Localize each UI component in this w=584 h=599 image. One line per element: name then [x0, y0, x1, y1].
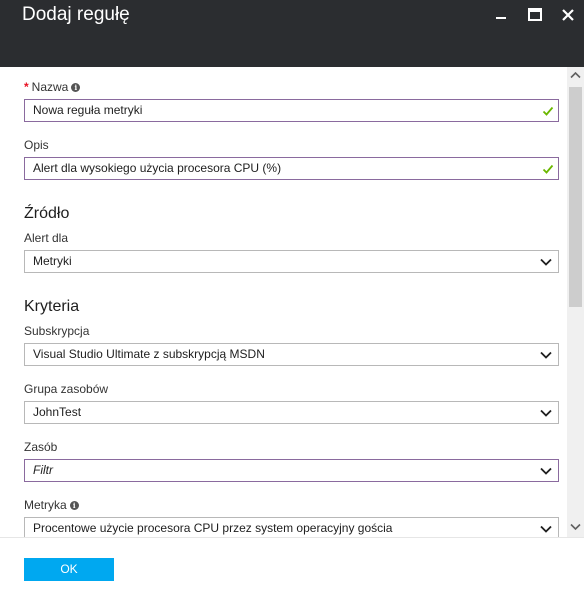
description-input[interactable]: Alert dla wysokiego użycia procesora CPU… — [24, 157, 559, 180]
scroll-down-icon[interactable] — [570, 523, 581, 531]
name-label: * Nazwa i — [24, 80, 81, 94]
scroll-up-icon[interactable] — [570, 71, 581, 79]
criteria-section-title: Kryteria — [24, 298, 80, 315]
source-section-title: Źródło — [24, 205, 70, 222]
subscription-label: Subskrypcja — [24, 324, 90, 338]
resource-group-label: Grupa zasobów — [24, 382, 109, 396]
info-icon[interactable]: i — [71, 83, 81, 92]
blade-footer: OK — [0, 537, 584, 599]
subscription-select[interactable]: Visual Studio Ultimate z subskrypcją MSD… — [24, 343, 559, 366]
metric-label: Metryka i — [24, 498, 79, 512]
blade-title: Dodaj regułę — [22, 4, 130, 25]
name-input[interactable]: Nowa reguła metryki — [24, 99, 559, 122]
minimize-icon[interactable] — [492, 6, 510, 24]
ok-button[interactable]: OK — [24, 558, 114, 581]
subscription-value: Visual Studio Ultimate z subskrypcją MSD… — [33, 347, 265, 361]
close-icon[interactable] — [559, 6, 577, 24]
resource-group-value: JohnTest — [33, 405, 82, 419]
maximize-icon[interactable] — [526, 6, 544, 24]
checkmark-icon — [542, 164, 554, 174]
chevron-down-icon — [540, 409, 552, 417]
vertical-scrollbar[interactable] — [567, 67, 584, 537]
metric-value: Procentowe użycie procesora CPU przez sy… — [33, 521, 393, 535]
form-content: * Nazwa i Nowa reguła metryki Opis Alert d… — [0, 67, 567, 537]
resource-label: Zasób — [24, 440, 58, 454]
info-icon[interactable]: i — [69, 501, 79, 510]
alert-for-label: Alert dla — [24, 231, 69, 245]
chevron-down-icon — [540, 467, 552, 475]
description-label: Opis — [24, 138, 49, 152]
resource-filter-placeholder: Filtr — [33, 463, 53, 477]
name-input-value: Nowa reguła metryki — [33, 103, 143, 117]
alert-for-value: Metryki — [33, 254, 72, 268]
metric-select[interactable]: Procentowe użycie procesora CPU przez sy… — [24, 517, 559, 537]
chevron-down-icon — [540, 351, 552, 359]
checkmark-icon — [542, 106, 554, 116]
resource-select[interactable]: Filtr — [24, 459, 559, 482]
chevron-down-icon — [540, 525, 552, 533]
blade-header: Dodaj regułę — [0, 0, 584, 67]
resource-group-select[interactable]: JohnTest — [24, 401, 559, 424]
description-input-value: Alert dla wysokiego użycia procesora CPU… — [33, 161, 282, 175]
required-marker: * — [24, 80, 29, 94]
chevron-down-icon — [540, 258, 552, 266]
scroll-thumb[interactable] — [569, 87, 582, 307]
alert-for-select[interactable]: Metryki — [24, 250, 559, 273]
